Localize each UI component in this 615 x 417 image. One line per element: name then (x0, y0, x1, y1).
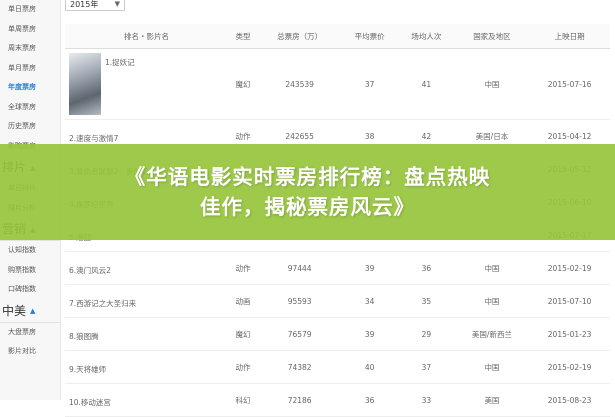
sidebar-item[interactable]: 周末票房 (0, 39, 60, 59)
cell-gross: 74382 (258, 350, 342, 384)
cell-gross: 243539 (258, 48, 342, 120)
film-cell: 6.澳门风云2 (65, 251, 228, 285)
column-header[interactable]: 上映日期 (529, 24, 610, 49)
column-header[interactable]: 类型 (227, 24, 259, 49)
cell-type: 动画 (227, 284, 259, 318)
film-name-link[interactable]: 1.捉妖记 (105, 57, 135, 68)
table-row[interactable]: 1.捉妖记 魔幻 243539 37 41 中国 2015-07-16 (65, 48, 610, 120)
cell-region: 中国 (454, 251, 530, 285)
table-header-row: 排名・影片名 类型 总票房（万） 平均票价 场均人次 国家及地区 上映日期 (65, 24, 610, 49)
cell-region: 中国 (454, 350, 530, 384)
cell-avg: 41 (398, 48, 455, 120)
cell-type: 动作 (227, 350, 259, 384)
film-name-link[interactable]: 7.西游记之大圣归来 (69, 298, 136, 309)
sidebar-item[interactable]: 全球票房 (0, 98, 60, 118)
film-cell: 8.狼图腾 (65, 317, 228, 351)
film-name-link[interactable]: 10.移动迷宫 (69, 397, 111, 408)
cell-price: 39 (341, 251, 398, 285)
cell-region: 中国 (454, 48, 530, 120)
cell-gross: 72186 (258, 383, 342, 417)
table-row[interactable]: 6.澳门风云2 动作 97444 39 36 中国 2015-02-19 (65, 251, 610, 285)
movie-poster[interactable] (69, 53, 101, 115)
sidebar-section-title: 中美 (2, 303, 27, 318)
table-row[interactable]: 9.天将雄师 动作 74382 40 37 中国 2015-02-19 (65, 350, 610, 384)
cell-date: 2015-08-23 (529, 383, 610, 417)
sidebar-item[interactable]: 口碑指数 (0, 280, 60, 300)
sidebar-item[interactable]: 年度票房 (0, 78, 60, 98)
cell-price: 40 (341, 350, 398, 384)
sidebar-top-list: 单日票房单周票房周末票房单月票房年度票房全球票房历史票房影院票房 (0, 0, 60, 156)
triangle-up-icon: ▲ (30, 307, 36, 315)
film-cell: 9.天将雄师 (65, 350, 228, 384)
sidebar-item[interactable]: 大盘票房 (0, 323, 60, 343)
film-cell: 7.西游记之大圣归来 (65, 284, 228, 318)
cell-avg: 29 (398, 317, 455, 351)
cell-type: 科幻 (227, 383, 259, 417)
table-row[interactable]: 8.狼图腾 魔幻 76579 39 29 美国/新西兰 2015-01-23 (65, 317, 610, 351)
film-name-link[interactable]: 8.狼图腾 (69, 331, 99, 342)
cell-region: 美国/新西兰 (454, 317, 530, 351)
cell-gross: 95593 (258, 284, 342, 318)
film-name-link[interactable]: 9.天将雄师 (69, 364, 106, 375)
column-header[interactable]: 国家及地区 (454, 24, 530, 49)
sidebar-section-header[interactable]: 中美 ▲ (0, 300, 60, 323)
sidebar-item[interactable]: 单日票房 (0, 0, 60, 20)
cell-price: 34 (341, 284, 398, 318)
cell-price: 36 (341, 383, 398, 417)
cell-avg: 37 (398, 350, 455, 384)
title-banner: 《华语电影实时票房排行榜：盘点热映 佳作，揭秘票房风云》 (0, 144, 615, 240)
film-name-link[interactable]: 2.速度与激情7 (69, 133, 118, 144)
year-select-value: 2015年 (70, 0, 99, 9)
table-row[interactable]: 10.移动迷宫 科幻 72186 36 33 美国 2015-08-23 (65, 383, 610, 417)
sidebar-item[interactable]: 购票指数 (0, 261, 60, 281)
cell-price: 37 (341, 48, 398, 120)
cell-avg: 36 (398, 251, 455, 285)
banner-title-line2: 佳作，揭秘票房风云》 (200, 195, 415, 219)
cell-gross: 97444 (258, 251, 342, 285)
table-row[interactable]: 7.西游记之大圣归来 动画 95593 34 35 中国 2015-07-10 (65, 284, 610, 318)
cell-date: 2015-02-19 (529, 350, 610, 384)
year-select[interactable]: 2015年 ▼ (65, 0, 125, 11)
film-cell: 10.移动迷宫 (65, 383, 228, 417)
cell-gross: 76579 (258, 317, 342, 351)
sidebar-item[interactable]: 历史票房 (0, 117, 60, 137)
column-header[interactable]: 排名・影片名 (65, 24, 228, 49)
cell-date: 2015-07-16 (529, 48, 610, 120)
cell-region: 美国 (454, 383, 530, 417)
sidebar-item[interactable]: 影片对比 (0, 342, 60, 362)
column-header[interactable]: 场均人次 (398, 24, 455, 49)
sidebar-item[interactable]: 单月票房 (0, 59, 60, 79)
cell-region: 中国 (454, 284, 530, 318)
column-header[interactable]: 平均票价 (341, 24, 398, 49)
sidebar-item[interactable]: 单周票房 (0, 20, 60, 40)
cell-type: 魔幻 (227, 317, 259, 351)
cell-type: 动作 (227, 251, 259, 285)
banner-title-line1: 《华语电影实时票房排行榜：盘点热映 (124, 165, 491, 189)
film-name-link[interactable]: 6.澳门风云2 (69, 265, 111, 276)
column-header[interactable]: 总票房（万） (258, 24, 342, 49)
cell-date: 2015-01-23 (529, 317, 610, 351)
cell-price: 39 (341, 317, 398, 351)
cell-avg: 33 (398, 383, 455, 417)
cell-type: 魔幻 (227, 48, 259, 120)
cell-avg: 35 (398, 284, 455, 318)
cell-date: 2015-07-10 (529, 284, 610, 318)
sidebar-item[interactable]: 认知指数 (0, 241, 60, 261)
chevron-down-icon: ▼ (114, 0, 120, 8)
cell-date: 2015-02-19 (529, 251, 610, 285)
film-cell: 1.捉妖记 (65, 48, 228, 120)
